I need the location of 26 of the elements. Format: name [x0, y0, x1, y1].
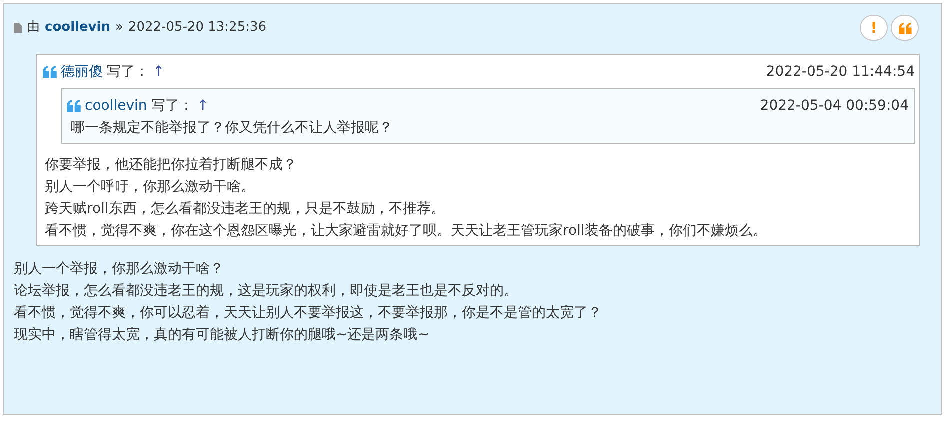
separator: » [115, 19, 124, 38]
quote-text: 看不惯，觉得不爽，你在这个恩怨区曝光，让大家避雷就好了呗。天天让老王管玩家roll装备的破事，你们不嫌烦么。 [44, 222, 768, 241]
post-text: 论坛举报，怎么看都没违老王的规，这是玩家的权利，即使是老王也是不反对的。 [14, 282, 519, 301]
quote-author[interactable]: coollevin [85, 96, 148, 116]
quote-text: 别人一个呼吁，你那么激动干啥。 [44, 178, 256, 197]
post-time: 2022-05-20 13:25:36 [128, 19, 267, 38]
quote-icon [898, 22, 912, 34]
post-text: 看不惯，觉得不爽，你可以忍着，天天让别人不要举报这，不要举报那，你是不是管的太宽了？ [14, 304, 603, 323]
jump-link[interactable]: ↑ [197, 96, 210, 116]
wrote-label: 写了： [107, 62, 149, 82]
quote-icon [43, 66, 57, 78]
quote-button[interactable] [891, 15, 919, 41]
author-prefix: 由 [27, 19, 40, 38]
post-text: 别人一个举报，你那么激动干啥？ [14, 260, 225, 279]
wrote-label: 写了： [151, 96, 194, 116]
quote-icon [67, 100, 81, 112]
quote-text: 哪一条规定不能举报了？你又凭什么不让人举报呢？ [70, 119, 394, 138]
quote-author[interactable]: 德丽傻 [61, 62, 103, 82]
quote-text: 跨天赋roll东西，怎么看都没违老王的规，只是不鼓励，不推荐。 [44, 200, 446, 219]
post-text: 现实中，瞎管得太宽，真的有可能被人打断你的腿哦~还是两条哦~ [14, 326, 430, 345]
document-icon [14, 23, 22, 33]
jump-link[interactable]: ↑ [153, 62, 165, 82]
post-author[interactable]: coollevin [45, 18, 110, 38]
quote-time: 2022-05-04 00:59:04 [760, 96, 909, 116]
quote-text: 你要举报，他还能把你拉着打断腿不成？ [44, 156, 298, 175]
quote-time: 2022-05-20 11:44:54 [766, 62, 915, 82]
